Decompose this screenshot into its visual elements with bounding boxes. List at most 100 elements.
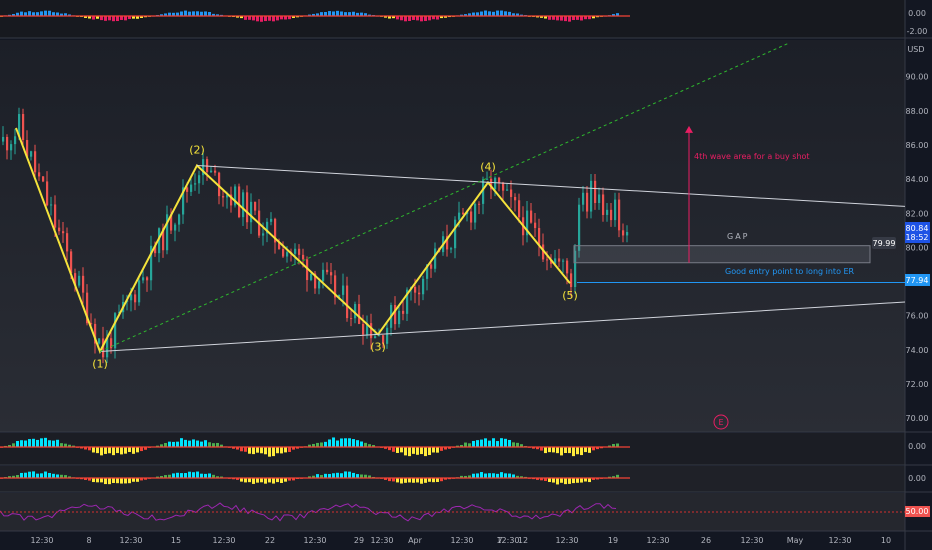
candle bbox=[174, 224, 177, 231]
time-axis[interactable]: 12:30 8 12:30 15 12:30 22 12:30 29 12:30 Apr 12:30… bbox=[30, 536, 891, 545]
candle bbox=[58, 227, 61, 232]
momentum1-bar bbox=[420, 447, 423, 455]
oscillator-bar bbox=[336, 10, 339, 16]
candle bbox=[178, 214, 181, 225]
time-tick-14: 12:30 bbox=[555, 536, 578, 545]
entry-annotation: Good entry point to long into ER bbox=[725, 267, 855, 276]
momentum1-bar bbox=[92, 447, 95, 453]
momentum2-bar bbox=[412, 478, 415, 483]
momentum2-bar bbox=[116, 478, 119, 484]
oscillator-bar bbox=[508, 11, 511, 16]
candle bbox=[138, 280, 141, 303]
momentum2-bar bbox=[100, 478, 103, 483]
momentum1-bar bbox=[36, 439, 39, 447]
momentum1-bar bbox=[512, 442, 515, 447]
candle bbox=[398, 310, 401, 325]
oscillator-bar bbox=[272, 16, 275, 22]
momentum2-bar bbox=[576, 478, 579, 483]
oscillator-bar bbox=[116, 16, 119, 22]
oscillator-bar bbox=[256, 16, 259, 22]
price-tick-1: 72.00 bbox=[906, 380, 929, 389]
momentum2-bar bbox=[568, 478, 571, 484]
candle bbox=[610, 209, 613, 221]
momentum2-bar bbox=[92, 478, 95, 483]
momentum1-bar bbox=[424, 447, 427, 457]
oscillator-bar bbox=[108, 16, 111, 21]
indicator-axes: 0.00 -2.00 0.00 0.00 50.00 bbox=[905, 9, 930, 517]
price-tick-5: 80.00 bbox=[906, 243, 929, 252]
candle bbox=[534, 222, 537, 229]
momentum2-bar bbox=[496, 473, 499, 478]
oscillator-bar bbox=[580, 16, 583, 21]
candle bbox=[590, 180, 593, 212]
momentum2-bar bbox=[256, 478, 259, 483]
momentum2-bar bbox=[432, 478, 435, 483]
oscillator-bar bbox=[480, 11, 483, 16]
momentum1-bar bbox=[412, 447, 415, 454]
momentum1-bar bbox=[432, 447, 435, 453]
candle bbox=[34, 151, 37, 173]
momentum1-bar bbox=[320, 442, 323, 447]
momentum1-bar bbox=[560, 447, 563, 456]
momentum1-bar bbox=[204, 440, 207, 447]
oscillator-bar bbox=[428, 16, 431, 21]
momentum1-bar bbox=[188, 440, 191, 447]
gap-value: 79.99 bbox=[873, 239, 896, 248]
candle bbox=[302, 254, 305, 260]
time-tick-6: 12:30 bbox=[303, 536, 326, 545]
candle bbox=[530, 210, 533, 223]
price-tick-2: 74.00 bbox=[906, 346, 929, 355]
oscillator-bar bbox=[572, 16, 575, 21]
oscillator-bar bbox=[556, 16, 559, 21]
oscillator-bar bbox=[504, 11, 507, 16]
candle bbox=[458, 212, 461, 220]
momentum1-bar bbox=[472, 440, 475, 447]
candle bbox=[470, 211, 473, 223]
candle bbox=[2, 136, 5, 142]
momentum2-bar bbox=[556, 478, 559, 485]
candle bbox=[194, 183, 197, 185]
momentum1-bar bbox=[28, 439, 31, 447]
momentum1-bar bbox=[548, 447, 551, 453]
oscillator-bar bbox=[268, 16, 271, 21]
time-tick-17: 26 bbox=[701, 536, 711, 545]
candle bbox=[10, 144, 13, 151]
momentum2-bar bbox=[420, 478, 423, 484]
candle bbox=[98, 338, 101, 344]
candle bbox=[42, 176, 45, 182]
momentum1-bar bbox=[108, 447, 111, 454]
momentum2-bar bbox=[36, 473, 39, 478]
momentum1-bar bbox=[44, 437, 47, 447]
momentum1-bar bbox=[24, 440, 27, 447]
candle bbox=[618, 199, 621, 231]
candle bbox=[30, 151, 33, 157]
momentum1-bar bbox=[240, 447, 243, 452]
candle bbox=[538, 228, 541, 245]
time-tick-12: 12:30 bbox=[496, 536, 519, 545]
oscillator-bar bbox=[328, 11, 331, 16]
momentum2-bar bbox=[324, 473, 327, 478]
candle bbox=[198, 175, 201, 184]
momentum2-bar bbox=[416, 478, 419, 483]
momentum1-bar bbox=[200, 441, 203, 447]
candle bbox=[582, 192, 585, 205]
momentum2-bar bbox=[196, 471, 199, 478]
momentum1-bar bbox=[572, 447, 575, 457]
momentum1-bar bbox=[184, 439, 187, 447]
momentum2-bar bbox=[260, 478, 263, 483]
gap-label: GAP bbox=[727, 232, 750, 241]
momentum2-bar bbox=[172, 473, 175, 478]
momentum2-bar bbox=[328, 473, 331, 478]
oscillator-bar bbox=[184, 10, 187, 16]
wave-label-2: (2) bbox=[189, 143, 205, 156]
momentum1-bar bbox=[484, 438, 487, 447]
candle bbox=[402, 310, 405, 314]
momentum1-bar bbox=[580, 447, 583, 456]
price-axis[interactable]: 70.0072.0074.0076.0078.0080.0082.0084.00… bbox=[906, 73, 929, 423]
momentum1-bar bbox=[164, 442, 167, 447]
candle bbox=[38, 172, 41, 177]
candle bbox=[114, 313, 117, 349]
momentum2-bar bbox=[40, 473, 43, 478]
candle bbox=[62, 231, 65, 234]
chart-canvas[interactable]: 70.0072.0074.0076.0078.0080.0082.0084.00… bbox=[0, 0, 932, 550]
